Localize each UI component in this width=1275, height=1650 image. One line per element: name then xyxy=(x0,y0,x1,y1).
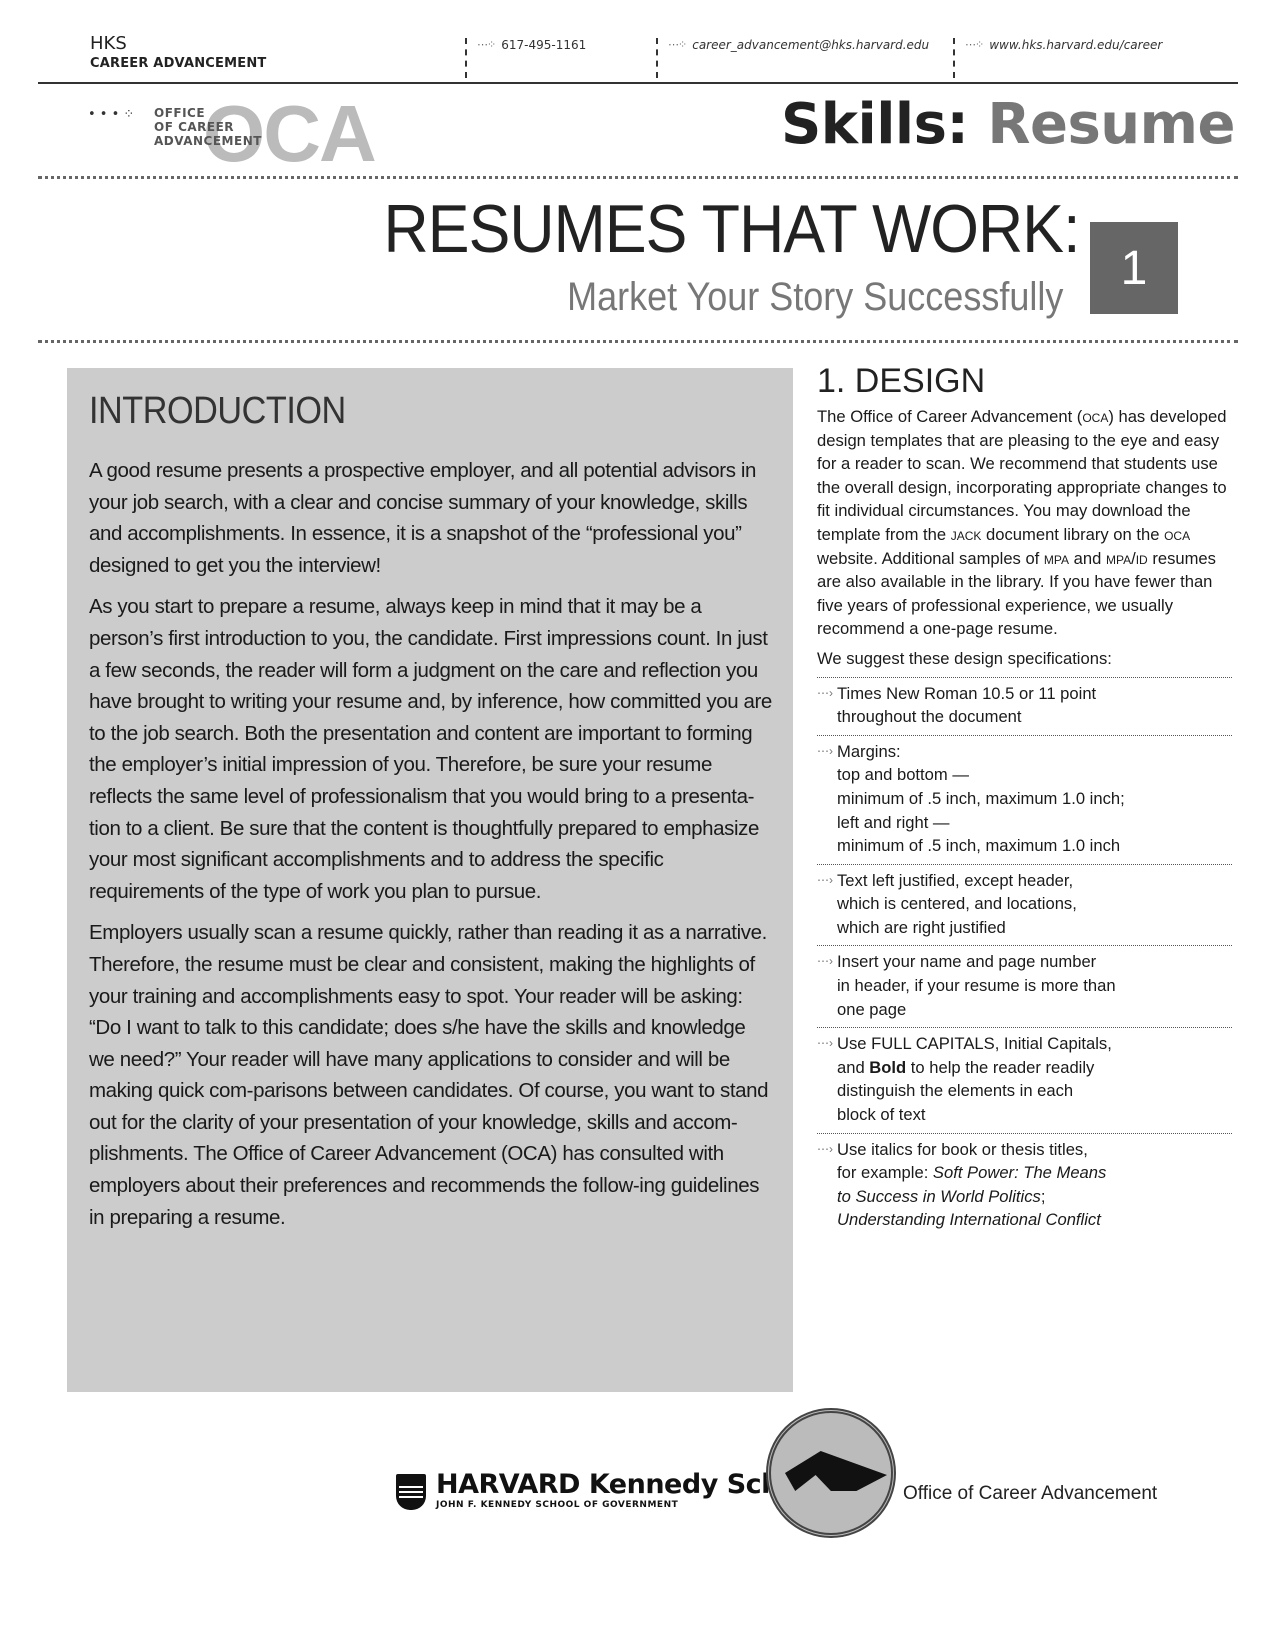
hks-career-advancement-mark: HKS CAREER ADVANCEMENT xyxy=(90,34,266,74)
graduation-cap-icon xyxy=(785,1451,887,1491)
page-title: RESUMES THAT WORK: xyxy=(383,191,1081,267)
dotted-divider xyxy=(38,340,1238,343)
website-link[interactable]: www.hks.harvard.edu/career xyxy=(989,38,1162,52)
harvard-kennedy-school-logo: HARVARD Kennedy School JOHN F. KENNEDY S… xyxy=(396,1470,825,1510)
arrow-icon: ⋯› xyxy=(817,685,833,700)
intro-paragraph: Employers usually scan a resume quickly,… xyxy=(89,921,769,1229)
spec-item: ⋯› Use italics for book or thesis titles… xyxy=(817,1132,1232,1238)
arrow-icon: ⋯› xyxy=(817,1141,833,1156)
graduation-cap-seal-icon xyxy=(766,1408,896,1538)
header-rule xyxy=(38,82,1238,84)
spec-item: ⋯› Insert your name and page number in h… xyxy=(817,945,1232,1027)
dotted-divider xyxy=(38,176,1238,179)
oca-logo-caption: OFFICE OF CAREER ADVANCEMENT xyxy=(154,106,262,148)
section-title-prefix: Skills: xyxy=(780,92,969,157)
arrow-dots-icon: ⋯⁘ xyxy=(668,38,687,51)
email-link[interactable]: career_advancement@hks.harvard.edu xyxy=(692,38,929,52)
intro-paragraph: A good resume presents a prospective emp… xyxy=(89,459,757,577)
oca-logo: • • • ⁘ OCA OFFICE OF CAREER ADVANCEMENT xyxy=(88,89,377,178)
contact-phone: ⋯⁘ 617-495-1161 xyxy=(465,38,586,78)
oca-footer-text: Office of Career Advancement xyxy=(903,1483,1158,1504)
part-number-badge: 1 xyxy=(1090,222,1178,314)
design-paragraph: The Office of Career Advancement (OCA) h… xyxy=(817,407,1227,639)
spec-item: ⋯› Times New Roman 10.5 or 11 point thro… xyxy=(817,676,1232,735)
spec-item: ⋯› Use FULL CAPITALS, Initial Capitals, … xyxy=(817,1027,1232,1132)
design-specs-list: ⋯› Times New Roman 10.5 or 11 point thro… xyxy=(817,676,1232,1238)
shield-icon xyxy=(396,1474,426,1510)
specs-intro: We suggest these design specifications: xyxy=(817,648,1112,668)
design-section: 1. DESIGN The Office of Career Advanceme… xyxy=(817,362,1232,1238)
org-line-2: CAREER ADVANCEMENT xyxy=(90,56,267,71)
arrow-icon: ⋯› xyxy=(817,954,833,969)
contact-website: ⋯⁘ www.hks.harvard.edu/career xyxy=(953,38,1162,78)
section-title-topic: Resume xyxy=(987,92,1235,157)
introduction-heading: INTRODUCTION xyxy=(89,390,346,432)
section-title: Skills: Resume xyxy=(780,92,1236,157)
design-heading: 1. DESIGN xyxy=(817,362,986,400)
arrow-icon: ⋯› xyxy=(817,872,833,887)
arrow-dots-icon: ⋯⁘ xyxy=(477,38,496,51)
hks-subtitle: JOHN F. KENNEDY SCHOOL OF GOVERNMENT xyxy=(436,1500,679,1510)
arrow-icon: ⋯› xyxy=(817,1036,833,1051)
intro-paragraph: As you start to prepare a resume, always… xyxy=(89,595,772,903)
org-line-1: HKS xyxy=(90,33,127,54)
spec-item: ⋯› Margins: top and bottom — minimum of … xyxy=(817,734,1232,864)
page-subtitle: Market Your Story Successfully xyxy=(566,275,1063,319)
phone-number: 617-495-1161 xyxy=(501,38,587,52)
arrow-dots-icon: • • • ⁘ xyxy=(88,107,135,122)
arrow-dots-icon: ⋯⁘ xyxy=(965,38,984,51)
spec-item: ⋯› Text left justified, except header, w… xyxy=(817,863,1232,946)
arrow-icon: ⋯› xyxy=(817,743,833,758)
introduction-box: INTRODUCTION A good resume presents a pr… xyxy=(67,368,793,1392)
contact-email: ⋯⁘ career_advancement@hks.harvard.edu xyxy=(656,38,929,78)
